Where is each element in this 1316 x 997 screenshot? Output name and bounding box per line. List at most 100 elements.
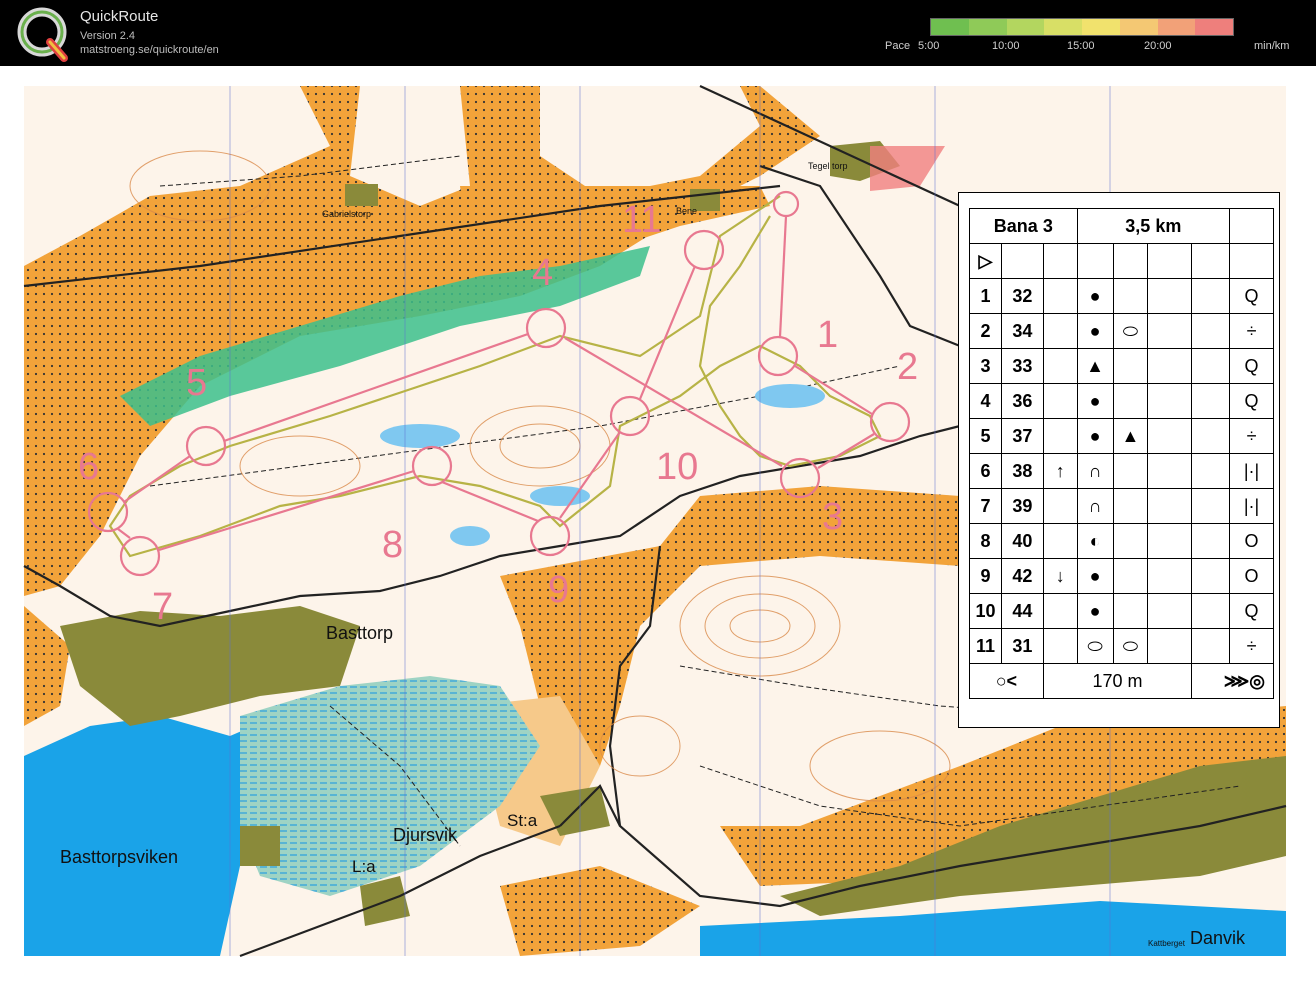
pace-unit: min/km [1254,40,1290,52]
control-code: 36 [1000,383,1044,419]
legend-control-row: 11 31 ⬭ ⬭ ÷ [969,628,1274,664]
control-seq: 1 [969,278,1002,314]
place-gabrielstorp: Gabrielstorp [322,209,372,219]
control-direction [1042,593,1078,629]
control-number-5: 5 [186,362,208,404]
control-code: 44 [1000,593,1044,629]
control-feature: ▲ [1076,348,1114,384]
control-location: Q [1229,348,1274,384]
control-dimensions [1191,558,1231,594]
control-location: ÷ [1229,628,1274,664]
control-location: |·| [1229,488,1274,524]
control-seq: 2 [969,313,1002,349]
control-code: 31 [1000,628,1044,664]
pace-color-scale [930,18,1234,36]
control-dimensions [1191,453,1231,489]
control-direction [1042,418,1078,454]
control-location: Q [1229,278,1274,314]
place-tegeltorp: Tegel torp [808,161,848,171]
pace-tick-15: 15:00 [1067,40,1095,52]
place-basttorp: Basttorp [326,623,394,643]
control-feature: ∩ [1076,488,1114,524]
control-appearance [1147,558,1193,594]
control-feature-2 [1112,488,1149,524]
app-url-link[interactable]: matstroeng.se/quickroute/en [80,44,219,56]
control-location: Q [1229,383,1274,419]
control-number-2: 2 [897,346,919,388]
pace-color-segment [1195,19,1233,35]
orienteering-map[interactable]: 1 2 3 4 5 6 7 8 9 10 11 Basttorp Basttor… [0,66,1316,997]
course-length: 3,5 km [1076,208,1231,244]
control-code: 34 [1000,313,1044,349]
place-bene: Bene [676,206,698,216]
control-number-10: 10 [656,446,699,488]
place-basttorpsviken: Basttorpsviken [60,847,179,867]
control-appearance [1147,418,1193,454]
control-feature: ● [1076,593,1114,629]
control-feature: ● [1076,383,1114,419]
control-code: 37 [1000,418,1044,454]
control-code: 39 [1000,488,1044,524]
control-direction: ↑ [1042,453,1078,489]
control-appearance [1147,593,1193,629]
place-kattberget: Kattberget [1148,939,1185,948]
legend-finish-row: ○< 170 m ⋙◎ [969,663,1274,699]
legend-control-row: 2 34 ● ⬭ ÷ [969,313,1274,349]
control-seq: 5 [969,418,1002,454]
control-location: |·| [1229,453,1274,489]
control-dimensions [1191,313,1231,349]
app-header: QuickRoute Version 2.4 matstroeng.se/qui… [0,0,1316,66]
pace-color-segment [1082,19,1120,35]
control-code: 33 [1000,348,1044,384]
control-feature-2 [1112,278,1149,314]
control-dimensions [1191,418,1231,454]
control-dimensions [1191,383,1231,419]
control-feature: ● [1076,313,1114,349]
control-number-9: 9 [548,569,570,611]
pace-color-segment [968,19,1007,35]
control-direction [1042,523,1078,559]
course-name: Bana 3 [969,208,1078,244]
control-description-table: Bana 3 3,5 km ▷ 1 32 ● Q 2 34 ● ⬭ ÷ 3 33 ▲ Q 4 36 ● Q 5 37… [969,208,1274,699]
place-la: L:a [352,857,376,876]
control-code: 32 [1000,278,1044,314]
control-feature-2 [1112,348,1149,384]
control-appearance [1147,628,1193,664]
pace-label: Pace [885,40,911,52]
legend-control-row: 1 32 ● Q [969,278,1274,314]
start-triangle-icon: ▷ [969,243,1002,279]
control-feature-2: ▲ [1112,418,1149,454]
control-appearance [1147,383,1193,419]
control-number-8: 8 [382,524,404,566]
control-seq: 4 [969,383,1002,419]
control-location: ÷ [1229,418,1274,454]
control-feature: ● [1076,418,1114,454]
legend-control-row: 4 36 ● Q [969,383,1274,419]
control-dimensions [1191,593,1231,629]
place-danvik: Danvik [1190,928,1246,948]
control-feature: ● [1076,558,1114,594]
control-location: O [1229,558,1274,594]
control-number-11: 11 [622,199,662,241]
control-number-1: 1 [817,314,839,356]
control-feature-2: ⬭ [1112,628,1149,664]
finish-distance: 170 m [1042,663,1193,699]
control-appearance [1147,278,1193,314]
place-djursvik: Djursvik [393,825,458,845]
finish-from-control-icon: ○< [969,663,1044,699]
control-seq: 3 [969,348,1002,384]
control-feature: ● [1076,278,1114,314]
control-number-6: 6 [78,446,100,488]
control-feature-2 [1112,558,1149,594]
legend-start-row: ▷ [969,243,1274,279]
pace-color-segment [1006,19,1045,35]
control-appearance [1147,488,1193,524]
control-direction [1042,628,1078,664]
control-appearance [1147,348,1193,384]
control-dimensions [1191,628,1231,664]
control-feature-2 [1112,453,1149,489]
control-direction [1042,383,1078,419]
pace-color-segment [1119,19,1158,35]
control-feature: ⬭ [1076,628,1114,664]
legend-control-row: 7 39 ∩ |·| [969,488,1274,524]
